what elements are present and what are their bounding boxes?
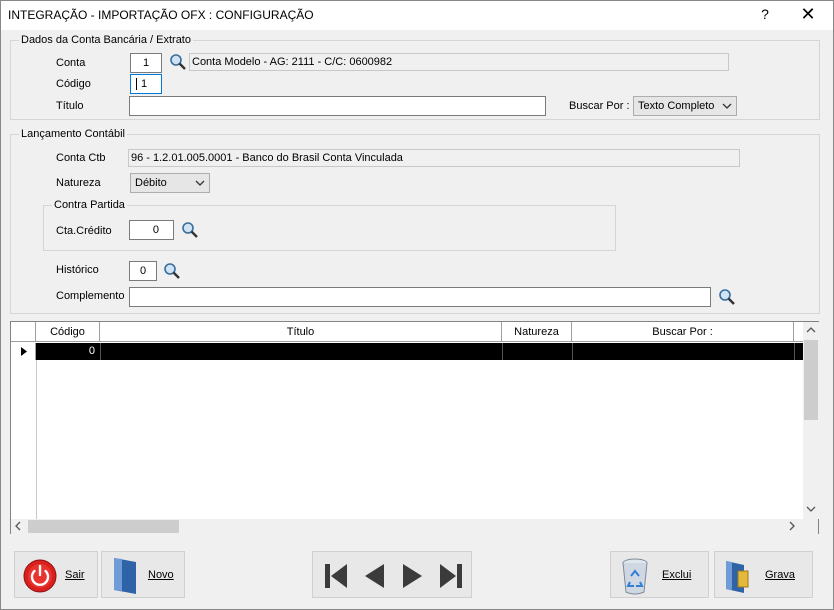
row-pointer-icon: [21, 347, 27, 356]
titulo-input[interactable]: [129, 96, 546, 116]
cta-credito-label: Cta.Crédito: [56, 225, 112, 237]
chevron-down-icon: [195, 180, 205, 186]
col-header-buscar[interactable]: Buscar Por :: [572, 322, 794, 342]
search-historico-icon[interactable]: [163, 262, 181, 280]
titulo-label: Título: [56, 100, 84, 112]
vertical-scrollbar[interactable]: [803, 322, 819, 519]
dados-conta-legend: Dados da Conta Bancária / Extrato: [21, 34, 191, 46]
search-cta-credito-icon[interactable]: [181, 221, 199, 239]
historico-label: Histórico: [56, 264, 99, 276]
natureza-value: Débito: [135, 177, 167, 189]
conta-label: Conta: [56, 57, 86, 69]
power-icon: [23, 559, 57, 593]
exclui-button[interactable]: Exclui: [610, 551, 709, 598]
navigator: [312, 551, 472, 598]
lancamento-legend: Lançamento Contábil: [21, 128, 125, 140]
new-document-icon: [114, 558, 136, 594]
grava-label: Grava: [765, 569, 795, 581]
first-record-icon[interactable]: [322, 561, 350, 591]
col-header-natureza[interactable]: Natureza: [502, 322, 572, 342]
col-header-filler: [794, 322, 803, 342]
sair-label: Sair: [65, 569, 85, 581]
grid-indicator-header: [11, 322, 36, 342]
codigo-label: Código: [56, 78, 91, 90]
last-record-icon[interactable]: [437, 561, 465, 591]
natureza-label: Natureza: [56, 177, 101, 189]
conta-input[interactable]: 1: [130, 53, 162, 73]
complemento-label: Complemento: [56, 290, 125, 302]
conta-ctb-label: Conta Ctb: [56, 152, 106, 164]
close-button[interactable]: ✕: [799, 4, 817, 25]
cell-codigo: 0: [88, 345, 95, 357]
natureza-select[interactable]: Débito: [130, 173, 210, 193]
exclui-label: Exclui: [662, 569, 692, 581]
title-bar: INTEGRAÇÃO - IMPORTAÇÃO OFX : CONFIGURAÇ…: [0, 0, 834, 30]
buscar-por-label: Buscar Por :: [569, 100, 630, 112]
next-record-icon[interactable]: [399, 561, 427, 591]
search-conta-icon[interactable]: [169, 53, 187, 71]
chevron-down-icon: [722, 103, 732, 109]
scroll-down-icon[interactable]: [806, 504, 816, 514]
novo-label: Novo: [148, 569, 174, 581]
novo-button[interactable]: Novo: [101, 551, 185, 598]
conta-ctb-value: 96 - 1.2.01.005.0001 - Banco do Brasil C…: [128, 149, 740, 167]
window-title: INTEGRAÇÃO - IMPORTAÇÃO OFX : CONFIGURAÇ…: [8, 8, 314, 22]
codigo-value: 1: [136, 78, 148, 90]
buscar-por-select[interactable]: Texto Completo: [633, 96, 737, 116]
complemento-input[interactable]: [129, 287, 711, 307]
table-row[interactable]: 0: [36, 343, 803, 360]
sair-button[interactable]: Sair: [14, 551, 98, 598]
row-indicator[interactable]: [11, 343, 36, 360]
horizontal-scroll-thumb[interactable]: [28, 520, 179, 533]
data-grid[interactable]: Código Título Natureza Buscar Por : 0: [10, 321, 819, 534]
historico-input[interactable]: 0: [129, 261, 157, 281]
scroll-up-icon[interactable]: [806, 325, 816, 335]
buscar-por-value: Texto Completo: [638, 100, 715, 112]
grava-button[interactable]: Grava: [714, 551, 813, 598]
prior-record-icon[interactable]: [360, 561, 388, 591]
contra-partida-legend: Contra Partida: [54, 199, 125, 211]
conta-description: Conta Modelo - AG: 2111 - C/C: 0600982: [189, 53, 729, 71]
vertical-scroll-thumb[interactable]: [804, 340, 818, 420]
search-complemento-icon[interactable]: [718, 288, 736, 306]
scroll-right-icon[interactable]: [787, 521, 797, 531]
save-binder-icon: [726, 561, 749, 593]
recycle-bin-icon: [622, 558, 648, 595]
cta-credito-input[interactable]: 0: [129, 220, 174, 240]
scroll-left-icon[interactable]: [13, 521, 23, 531]
help-button[interactable]: ?: [757, 6, 773, 22]
horizontal-scrollbar[interactable]: [11, 519, 818, 534]
col-header-titulo[interactable]: Título: [100, 322, 502, 342]
col-header-codigo[interactable]: Código: [36, 322, 100, 342]
codigo-input[interactable]: 1: [130, 74, 162, 94]
